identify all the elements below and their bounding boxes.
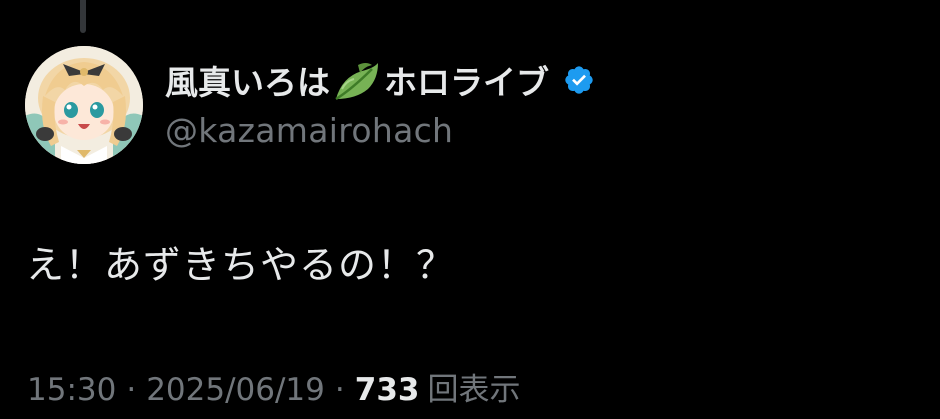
user-handle[interactable]: @kazamairohach — [165, 111, 920, 150]
thread-connector-line — [80, 0, 86, 33]
views-label: 回表示 — [427, 372, 521, 408]
display-name-suffix[interactable]: ホロライブ — [384, 56, 549, 104]
meta-separator: · — [126, 372, 137, 408]
display-name[interactable]: 風真いろは — [165, 56, 330, 104]
tweet-date[interactable]: 2025/06/19 — [146, 372, 325, 408]
tweet-meta: 15:30 · 2025/06/19 · 733 回表示 — [27, 364, 520, 409]
tweet-time[interactable]: 15:30 — [27, 372, 116, 408]
meta-separator: · — [334, 372, 345, 408]
tweet-text: え！あずきちやるの！？ — [26, 243, 456, 287]
avatar[interactable] — [25, 46, 143, 164]
views-count[interactable]: 733 — [355, 372, 420, 408]
tweet-header: 風真いろは ホロライブ @kazamairohach — [165, 55, 920, 150]
display-name-row[interactable]: 風真いろは ホロライブ — [165, 55, 920, 105]
leaf-emoji-icon — [332, 59, 382, 101]
avatar-illustration — [25, 46, 143, 164]
verified-badge-icon[interactable] — [563, 64, 595, 96]
